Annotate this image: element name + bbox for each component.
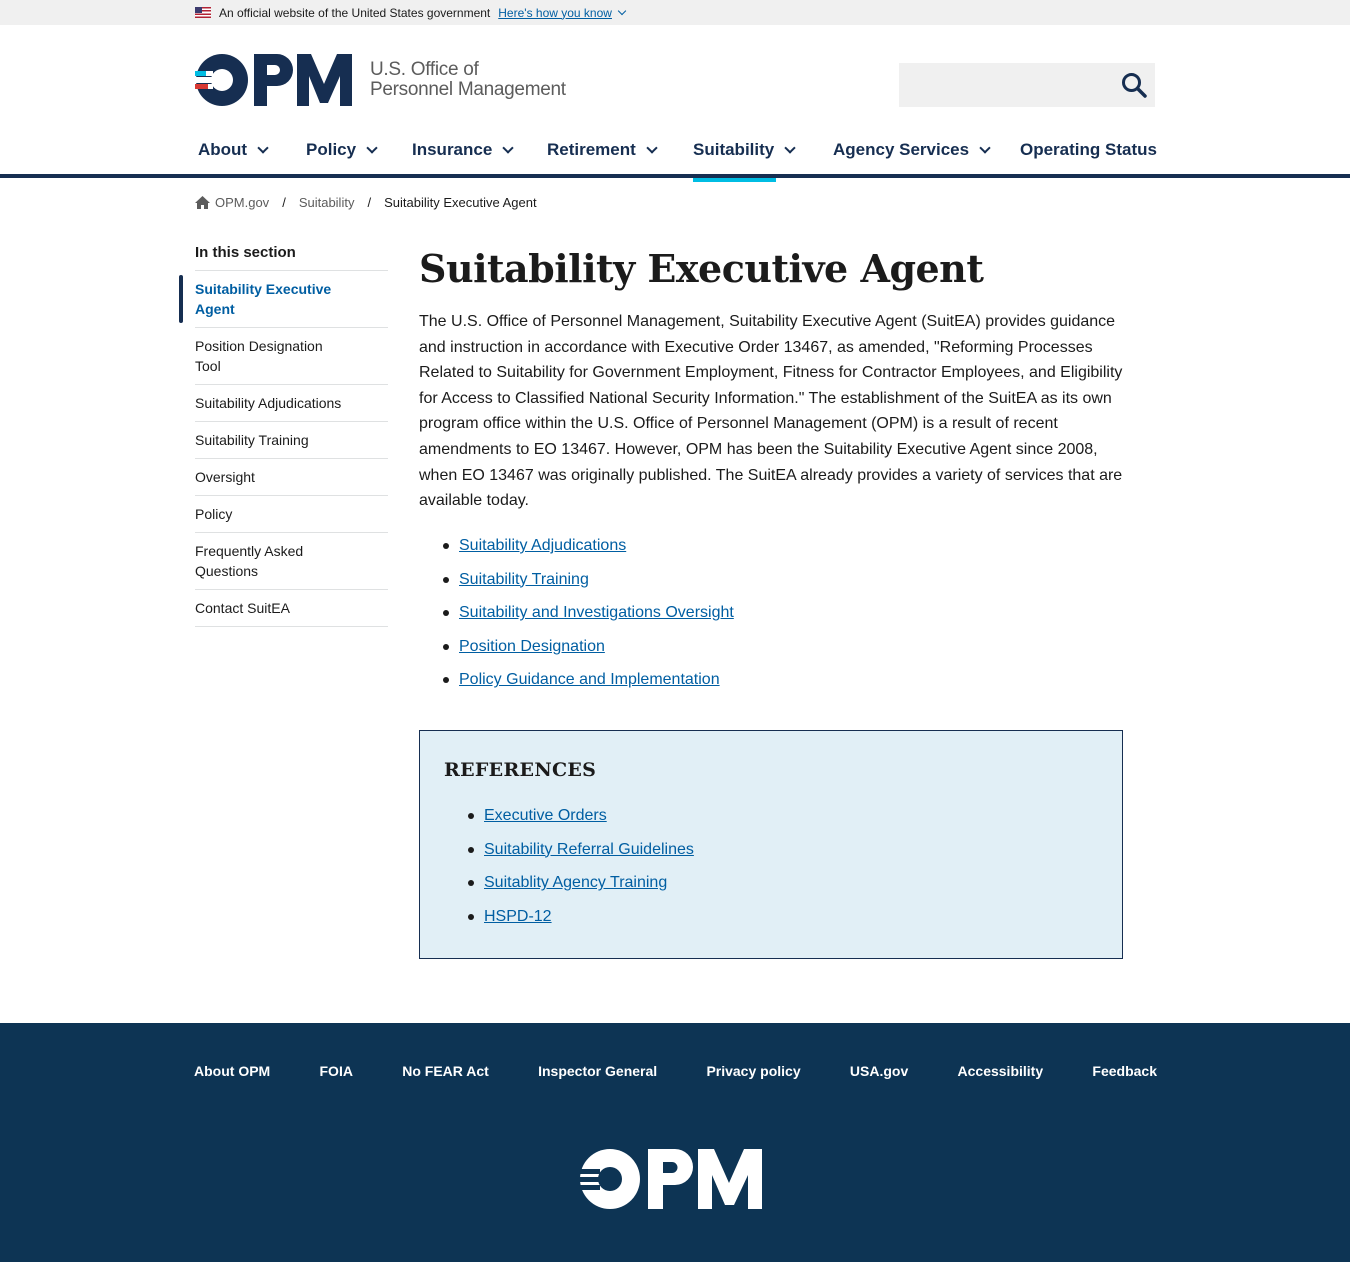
list-item: Suitability Referral Guidelines: [444, 836, 694, 870]
footer-link-no-fear-act[interactable]: No FEAR Act: [402, 1063, 489, 1079]
opm-logo-mark: [195, 54, 352, 106]
nav-item-insurance[interactable]: Insurance: [412, 140, 514, 178]
official-gov-banner: An official website of the United States…: [0, 0, 1350, 25]
sidenav-item-label: Contact SuitEA: [195, 600, 290, 616]
program-links-list: Suitability Adjudications Suitability Tr…: [419, 532, 734, 700]
chevron-down-icon: [366, 142, 378, 154]
sidenav-item-position-designation-tool[interactable]: Position Designation Tool: [195, 328, 388, 385]
link-referral-guidelines[interactable]: Suitability Referral Guidelines: [484, 841, 694, 858]
heres-how-you-know-link[interactable]: Here's how you know: [498, 6, 612, 20]
sidenav-item-label: Suitability Adjudications: [195, 395, 342, 411]
list-item: Suitability Adjudications: [419, 532, 734, 566]
sidenav-item-label: Suitability Training: [195, 432, 309, 448]
breadcrumb-current: Suitability Executive Agent: [384, 195, 537, 210]
chevron-down-icon[interactable]: [617, 6, 627, 15]
intro-paragraph: The U.S. Office of Personnel Management,…: [419, 313, 1123, 510]
agency-name-line2: Personnel Management: [370, 79, 566, 100]
link-policy-guidance[interactable]: Policy Guidance and Implementation: [459, 671, 720, 688]
nav-label-agency-services: Agency Services: [833, 140, 970, 159]
opm-logo[interactable]: U.S. Office of Personnel Management: [195, 54, 566, 106]
sidenav-title: In this section: [195, 244, 296, 261]
nav-label-policy: Policy: [306, 140, 357, 159]
link-suitability-training[interactable]: Suitability Training: [459, 571, 589, 588]
search-box: [899, 63, 1155, 107]
link-investigations-oversight[interactable]: Suitability and Investigations Oversight: [459, 604, 734, 621]
chevron-down-icon: [646, 142, 658, 154]
official-site-text: An official website of the United States…: [219, 5, 491, 20]
sidenav-item-label: Position Designation Tool: [195, 338, 323, 374]
footer-links: About OPM FOIA No FEAR Act Inspector Gen…: [194, 1063, 1157, 1079]
nav-item-policy[interactable]: Policy: [306, 140, 378, 178]
chevron-down-icon: [979, 142, 991, 154]
chevron-down-icon: [502, 142, 514, 154]
home-icon: [195, 196, 210, 209]
nav-label-retirement: Retirement: [547, 140, 636, 159]
sidenav-item-suitability-executive-agent[interactable]: Suitability Executive Agent: [179, 271, 388, 328]
agency-name-line1: U.S. Office of: [370, 59, 479, 80]
nav-label-about: About: [198, 140, 248, 159]
list-item: Executive Orders: [444, 802, 694, 836]
link-executive-orders[interactable]: Executive Orders: [484, 807, 607, 824]
footer-link-usa-gov[interactable]: USA.gov: [850, 1063, 908, 1079]
primary-nav: About Policy Insurance Retirement Suitab…: [0, 130, 1350, 182]
nav-label-operating-status: Operating Status: [1020, 140, 1157, 159]
nav-item-retirement[interactable]: Retirement: [547, 140, 658, 178]
sidenav-item-label: Policy: [195, 506, 233, 522]
breadcrumb-separator: /: [367, 195, 372, 210]
footer-link-accessibility[interactable]: Accessibility: [958, 1063, 1044, 1079]
us-flag-icon: [195, 7, 211, 18]
references-heading: REFERENCES: [444, 759, 597, 781]
site-footer: About OPM FOIA No FEAR Act Inspector Gen…: [0, 1023, 1350, 1262]
references-box: REFERENCES Executive Orders Suitability …: [419, 730, 1123, 959]
list-item: Suitability and Investigations Oversight: [419, 599, 734, 633]
sidenav-item-suitability-adjudications[interactable]: Suitability Adjudications: [195, 385, 388, 422]
breadcrumb-suitability[interactable]: Suitability: [299, 195, 355, 210]
breadcrumb-home-label: OPM.gov: [215, 195, 270, 210]
chevron-down-icon: [784, 142, 796, 154]
nav-item-operating-status[interactable]: Operating Status: [1020, 140, 1157, 178]
references-list: Executive Orders Suitability Referral Gu…: [444, 802, 694, 936]
section-sidenav: Suitability Executive Agent Position Des…: [179, 270, 388, 627]
sidenav-item-label: Suitability Executive Agent: [195, 281, 332, 317]
footer-opm-logo[interactable]: [580, 1149, 764, 1209]
nav-label-insurance: Insurance: [412, 140, 493, 159]
nav-item-agency-services[interactable]: Agency Services: [833, 140, 991, 178]
sidenav-item-oversight[interactable]: Oversight: [195, 459, 388, 496]
list-item: Suitablity Agency Training: [444, 869, 694, 903]
nav-item-suitability[interactable]: Suitability: [693, 140, 796, 182]
list-item: Position Designation: [419, 633, 734, 667]
link-suitability-adjudications[interactable]: Suitability Adjudications: [459, 537, 626, 554]
footer-link-about-opm[interactable]: About OPM: [194, 1063, 270, 1079]
nav-item-about[interactable]: About: [198, 140, 269, 178]
link-hspd-12[interactable]: HSPD-12: [484, 908, 552, 925]
footer-link-privacy-policy[interactable]: Privacy policy: [706, 1063, 800, 1079]
sidenav-item-label: Oversight: [195, 469, 255, 485]
list-item: Policy Guidance and Implementation: [419, 666, 734, 700]
list-item: HSPD-12: [444, 903, 694, 937]
search-icon[interactable]: [1121, 72, 1147, 98]
sidenav-item-policy[interactable]: Policy: [195, 496, 388, 533]
list-item: Suitability Training: [419, 566, 734, 600]
agency-name: U.S. Office of Personnel Management: [370, 60, 566, 100]
page-title: Suitability Executive Agent: [419, 246, 984, 291]
sidenav-item-label: Frequently Asked Questions: [195, 543, 304, 579]
sidenav-item-contact-suitea[interactable]: Contact SuitEA: [195, 590, 388, 627]
breadcrumb-separator: /: [282, 195, 286, 210]
search-input[interactable]: [899, 63, 1109, 107]
sidenav-item-faq[interactable]: Frequently Asked Questions: [195, 533, 388, 590]
breadcrumb-home[interactable]: OPM.gov: [195, 195, 269, 210]
chevron-down-icon: [257, 142, 269, 154]
nav-label-suitability: Suitability: [693, 140, 775, 159]
link-position-designation[interactable]: Position Designation: [459, 638, 605, 655]
breadcrumb: OPM.gov / Suitability / Suitability Exec…: [195, 195, 537, 210]
footer-link-inspector-general[interactable]: Inspector General: [538, 1063, 657, 1079]
link-agency-training[interactable]: Suitablity Agency Training: [484, 874, 667, 891]
footer-link-feedback[interactable]: Feedback: [1092, 1063, 1157, 1079]
sidenav-item-suitability-training[interactable]: Suitability Training: [195, 422, 388, 459]
footer-link-foia[interactable]: FOIA: [320, 1063, 353, 1079]
